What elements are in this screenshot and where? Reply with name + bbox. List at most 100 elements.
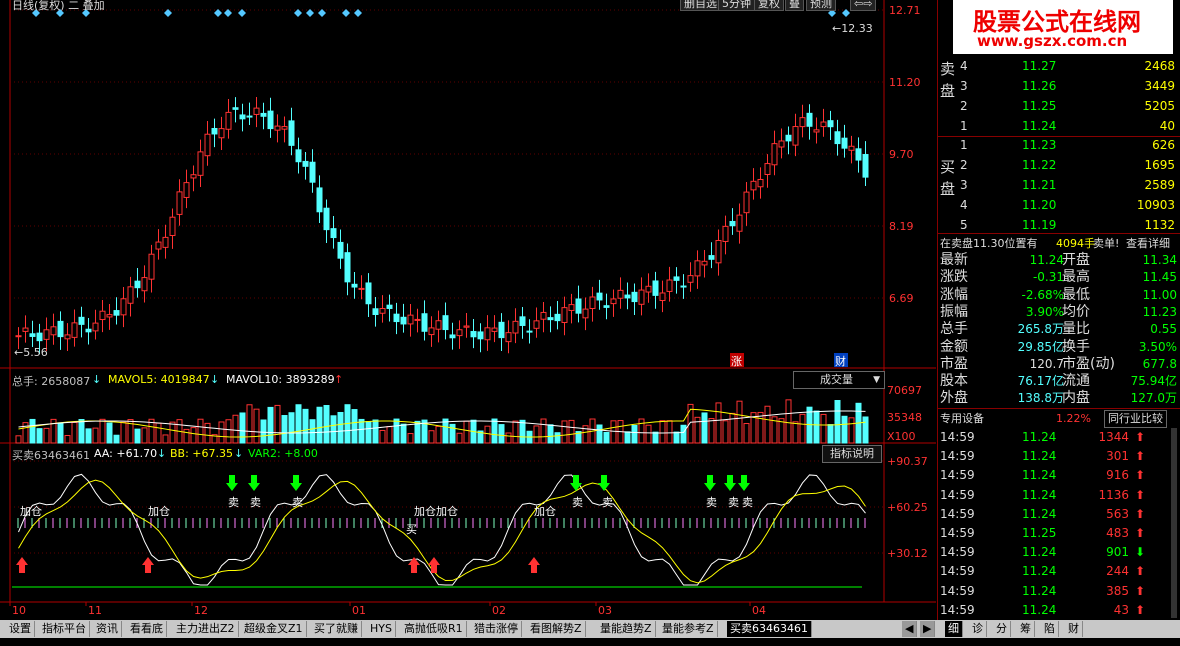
bottom-tab[interactable]: HYS (367, 621, 396, 637)
tick-scrollbar[interactable] (1171, 428, 1177, 618)
panel-tab[interactable]: 诊 (969, 621, 987, 637)
bottom-tab[interactable]: 量能趋势Z (597, 621, 656, 637)
tab-scroll-left-icon[interactable]: ◀ (902, 621, 918, 637)
volume-bar (449, 423, 456, 444)
buy-arrow-icon (528, 557, 540, 573)
orderbook-sell-row[interactable]: 3 11.26 3449 (938, 77, 1180, 96)
candle-body (351, 283, 358, 288)
industry-compare-button[interactable]: 同行业比较 (1104, 410, 1167, 428)
volume-total: 总手: 2658087 (12, 375, 91, 388)
level: 2 (960, 158, 968, 172)
remove-watchlist-button[interactable]: 删自选 (680, 0, 721, 11)
forecast-button[interactable]: 预测 (806, 0, 836, 11)
volume-bar (323, 405, 330, 444)
candles (15, 96, 869, 354)
bottom-tab[interactable]: 主力进出Z2 (173, 621, 239, 637)
nav-arrows-icon[interactable]: ⇦⇨ (850, 0, 877, 11)
quote-row: 股本 76.17亿 流通 75.94亿 (938, 373, 1180, 390)
logo-url: www.gszx.com.cn (977, 32, 1128, 50)
up-arrow-icon: ⬆ (1134, 602, 1145, 617)
tick-price: 11.25 (1022, 526, 1057, 540)
indicator-select[interactable]: 成交量 ▼ (793, 371, 885, 389)
tick-time: 14:59 (940, 526, 975, 540)
large-order-notice[interactable]: 在卖盘11.30位置有 4094手 卖单! 查看详细 (938, 233, 1180, 253)
overlay-button[interactable]: 叠 (785, 0, 804, 11)
volume-axis-label: 70697 (887, 384, 922, 397)
orderbook-sell-row[interactable]: 1 11.24 40 (938, 117, 1180, 136)
volume-bar (792, 421, 799, 444)
candle-body (29, 333, 36, 337)
panel-tab[interactable]: 财 (1065, 621, 1083, 637)
panel-tab[interactable]: 细 (945, 621, 963, 637)
volume-bar (197, 418, 204, 444)
candle-body (176, 191, 183, 215)
x-axis-label: 11 (88, 604, 102, 617)
bottom-tab[interactable]: 超级金叉Z1 (241, 621, 307, 637)
candle-body (400, 316, 407, 325)
orderbook-sell-row[interactable]: 4 11.27 2468 (938, 57, 1180, 76)
quote-value: -2.68% (1021, 287, 1064, 302)
tick-row: 14:59 11.24 563 ⬆ (938, 505, 1180, 524)
orderbook-sell-row[interactable]: 2 11.25 5205 (938, 97, 1180, 116)
indicator-axis-label: +60.25 (887, 501, 928, 514)
bottom-tab[interactable]: 资讯 (93, 621, 122, 637)
orderbook-buy-row[interactable]: 2 11.22 1695 (938, 156, 1180, 175)
bottom-tab[interactable]: 猎击涨停 (471, 621, 522, 637)
candle-body (379, 308, 386, 314)
indicator-explain-button[interactable]: 指标说明 (822, 445, 882, 463)
bottom-tab[interactable]: 买卖63463461 (727, 621, 812, 637)
period-button[interactable]: 5分钟 (718, 0, 755, 11)
kline-chart[interactable]: 12.71 11.20 9.70 8.19 6.69 ←12.33 ←5.56 涨 财 70697… (0, 0, 936, 620)
volume-bar (239, 412, 246, 444)
signal-diamond-icon (238, 9, 246, 17)
candle-body (715, 239, 722, 264)
volume-bar (463, 420, 470, 444)
bottom-tab[interactable]: 高抛低吸R1 (401, 621, 467, 637)
price: 11.25 (1022, 99, 1057, 113)
candle-body (442, 315, 449, 331)
volume-bar (631, 424, 638, 444)
sell-arrow-icon (738, 475, 750, 491)
chart-area[interactable]: 12.71 11.20 9.70 8.19 6.69 ←12.33 ←5.56 涨 财 70697… (0, 0, 936, 620)
quote-row: 金额 29.85亿 换手 3.50% (938, 339, 1180, 356)
tick-price: 11.24 (1022, 487, 1057, 502)
tick-price: 11.24 (1022, 564, 1057, 579)
level: 4 (960, 198, 968, 212)
adjust-button[interactable]: 复权 (754, 0, 784, 11)
quote-label: 量比 (1062, 321, 1090, 338)
tick-time: 14:59 (940, 583, 975, 598)
bottom-tab[interactable]: 看看底 (127, 621, 167, 637)
candle-body (533, 320, 540, 329)
bottom-tab[interactable]: 量能参考Z (659, 621, 718, 637)
view-detail-link[interactable]: 查看详细 (1126, 234, 1170, 253)
candle-body (323, 207, 330, 231)
candle-body (22, 327, 29, 332)
volume-bar (330, 415, 337, 444)
candle-body (834, 131, 841, 145)
bottom-tab[interactable]: 设置 (6, 621, 35, 637)
orderbook-buy-row[interactable]: 4 11.20 10903 (938, 196, 1180, 215)
orderbook-buy-row[interactable]: 3 11.21 2589 (938, 176, 1180, 195)
orderbook-buy-row[interactable]: 1 11.23 626 (938, 136, 1180, 155)
candle-body (148, 253, 155, 280)
volume-bar (533, 425, 540, 444)
panel-tab[interactable]: 分 (993, 621, 1011, 637)
bottom-tab[interactable]: 指标平台 (39, 621, 90, 637)
bottom-tab[interactable]: 看图解势Z (527, 621, 586, 637)
bottom-tab[interactable]: 买了就赚 (311, 621, 362, 637)
quote-row: 总手 265.8万 量比 0.55 (938, 321, 1180, 338)
candle-body (813, 129, 820, 133)
panel-tab[interactable]: 陷 (1041, 621, 1059, 637)
candle-body (547, 317, 554, 321)
candle-body (239, 114, 246, 120)
volume-bar (841, 415, 848, 444)
candle-body (225, 111, 232, 130)
panel-tab[interactable]: 筹 (1017, 621, 1035, 637)
notice-volume: 4094手 (1056, 237, 1095, 250)
quote-value: 11.45 (1142, 270, 1177, 285)
tick-volume: 385 (1106, 583, 1129, 598)
tick-volume: 1136 (1098, 487, 1129, 502)
signal-label: 卖 (728, 496, 739, 509)
tab-scroll-right-icon[interactable]: ▶ (920, 621, 936, 637)
volume-bar (722, 420, 729, 444)
